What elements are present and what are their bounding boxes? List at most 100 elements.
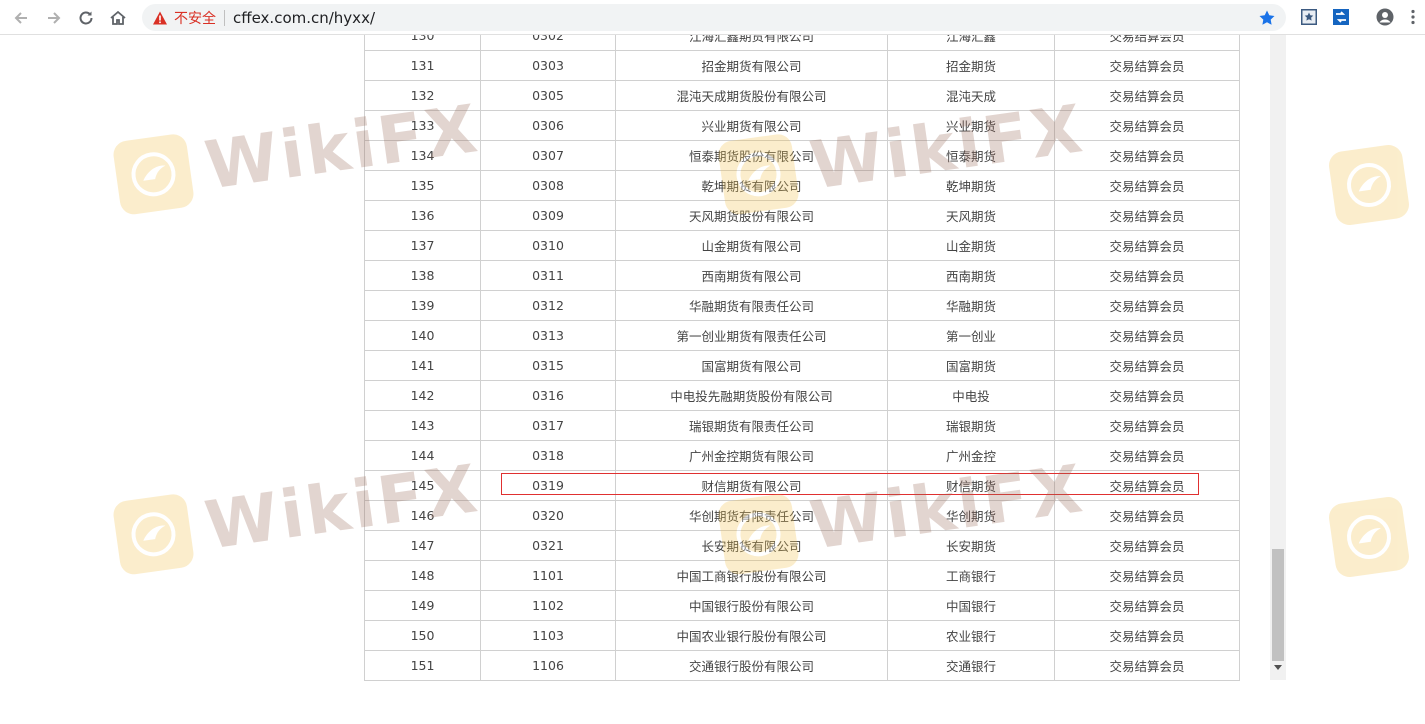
member-code-cell: 0305 [480,80,616,111]
row-number-cell: 141 [364,350,481,381]
member-type-cell: 交易结算会员 [1054,110,1240,141]
address-bar[interactable]: 不安全 cffex.com.cn/hyxx/ [142,4,1286,31]
member-code-cell: 0308 [480,170,616,201]
member-type-cell: 交易结算会员 [1054,170,1240,201]
company-name-cell: 西南期货有限公司 [615,260,888,291]
member-type-cell: 交易结算会员 [1054,200,1240,231]
member-type-cell: 交易结算会员 [1054,50,1240,81]
member-type-cell: 交易结算会员 [1054,80,1240,111]
company-name-cell: 天风期货股份有限公司 [615,200,888,231]
member-code-cell: 1102 [480,590,616,621]
row-number-cell: 146 [364,500,481,531]
menu-kebab-icon[interactable] [1404,8,1422,26]
short-name-cell: 乾坤期货 [887,170,1055,201]
company-name-cell: 招金期货有限公司 [615,50,888,81]
not-secure-label[interactable]: 不安全 [174,8,216,28]
table-row: 150 1103 中国农业银行股份有限公司 农业银行 交易结算会员 [364,620,1240,651]
short-name-cell: 交通银行 [887,650,1055,681]
url-text[interactable]: cffex.com.cn/hyxx/ [233,9,375,27]
table-row: 147 0321 长安期货有限公司 长安期货 交易结算会员 [364,530,1240,561]
short-name-cell: 工商银行 [887,560,1055,591]
company-name-cell: 江海汇鑫期货有限公司 [615,35,888,51]
arrow-left-icon [14,12,27,24]
table-row: 134 0307 恒泰期货股份有限公司 恒泰期货 交易结算会员 [364,140,1240,171]
member-code-cell: 0318 [480,440,616,471]
row-number-cell: 143 [364,410,481,441]
table-row: 145 0319 财信期货有限公司 财信期货 交易结算会员 [364,470,1240,501]
member-type-cell: 交易结算会员 [1054,470,1240,501]
company-name-cell: 山金期货有限公司 [615,230,888,261]
member-code-cell: 0317 [480,410,616,441]
company-name-cell: 乾坤期货有限公司 [615,170,888,201]
short-name-cell: 混沌天成 [887,80,1055,111]
reload-icon [79,11,93,25]
forward-button[interactable] [41,5,67,31]
member-type-cell: 交易结算会员 [1054,230,1240,261]
short-name-cell: 江海汇鑫 [887,35,1055,51]
member-code-cell: 0307 [480,140,616,171]
table-row: 151 1106 交通银行股份有限公司 交通银行 交易结算会员 [364,650,1240,681]
company-name-cell: 第一创业期货有限责任公司 [615,320,888,351]
extension-icon[interactable] [1332,8,1350,26]
short-name-cell: 长安期货 [887,530,1055,561]
short-name-cell: 招金期货 [887,50,1055,81]
member-type-cell: 交易结算会员 [1054,530,1240,561]
member-type-cell: 交易结算会员 [1054,410,1240,441]
row-number-cell: 144 [364,440,481,471]
member-code-cell: 0313 [480,320,616,351]
short-name-cell: 华融期货 [887,290,1055,321]
table-row: 132 0305 混沌天成期货股份有限公司 混沌天成 交易结算会员 [364,80,1240,111]
table-row: 148 1101 中国工商银行股份有限公司 工商银行 交易结算会员 [364,560,1240,591]
member-type-cell: 交易结算会员 [1054,35,1240,51]
company-name-cell: 交通银行股份有限公司 [615,650,888,681]
row-number-cell: 147 [364,530,481,561]
bookmark-star-icon[interactable] [1258,9,1276,27]
member-type-cell: 交易结算会员 [1054,590,1240,621]
member-code-cell: 0302 [480,35,616,51]
member-type-cell: 交易结算会员 [1054,350,1240,381]
company-name-cell: 中国农业银行股份有限公司 [615,620,888,651]
short-name-cell: 恒泰期货 [887,140,1055,171]
short-name-cell: 兴业期货 [887,110,1055,141]
member-code-cell: 0319 [480,470,616,501]
scroll-down-arrow-icon[interactable] [1274,665,1282,670]
member-code-cell: 0315 [480,350,616,381]
back-button[interactable] [8,5,34,31]
member-code-cell: 0316 [480,380,616,411]
row-number-cell: 138 [364,260,481,291]
member-code-cell: 0312 [480,290,616,321]
member-code-cell: 0320 [480,500,616,531]
member-type-cell: 交易结算会员 [1054,290,1240,321]
wikifx-logo-icon [1327,143,1411,227]
short-name-cell: 财信期货 [887,470,1055,501]
home-button[interactable] [105,5,131,31]
table-row: 143 0317 瑞银期货有限责任公司 瑞银期货 交易结算会员 [364,410,1240,441]
member-type-cell: 交易结算会员 [1054,380,1240,411]
short-name-cell: 中国银行 [887,590,1055,621]
scroll-thumb[interactable] [1272,549,1284,661]
member-type-cell: 交易结算会员 [1054,440,1240,471]
profile-avatar-icon[interactable] [1376,8,1394,26]
divider [224,9,225,26]
member-type-cell: 交易结算会员 [1054,140,1240,171]
member-code-cell: 1106 [480,650,616,681]
table-row: 141 0315 国富期货有限公司 国富期货 交易结算会员 [364,350,1240,381]
table-row: 146 0320 华创期货有限责任公司 华创期货 交易结算会员 [364,500,1240,531]
row-number-cell: 133 [364,110,481,141]
row-number-cell: 132 [364,80,481,111]
row-number-cell: 145 [364,470,481,501]
reload-button[interactable] [73,5,99,31]
row-number-cell: 142 [364,380,481,411]
table-row: 135 0308 乾坤期货有限公司 乾坤期货 交易结算会员 [364,170,1240,201]
company-name-cell: 混沌天成期货股份有限公司 [615,80,888,111]
short-name-cell: 天风期货 [887,200,1055,231]
short-name-cell: 山金期货 [887,230,1055,261]
company-name-cell: 兴业期货有限公司 [615,110,888,141]
member-code-cell: 1103 [480,620,616,651]
member-code-cell: 0321 [480,530,616,561]
bookmark-manager-icon[interactable] [1300,8,1318,26]
company-name-cell: 瑞银期货有限责任公司 [615,410,888,441]
vertical-scrollbar[interactable] [1270,35,1286,680]
table-row: 140 0313 第一创业期货有限责任公司 第一创业 交易结算会员 [364,320,1240,351]
member-table: 130 0302 江海汇鑫期货有限公司 江海汇鑫 交易结算会员 131 0303 招金期货有限… [364,35,1240,681]
